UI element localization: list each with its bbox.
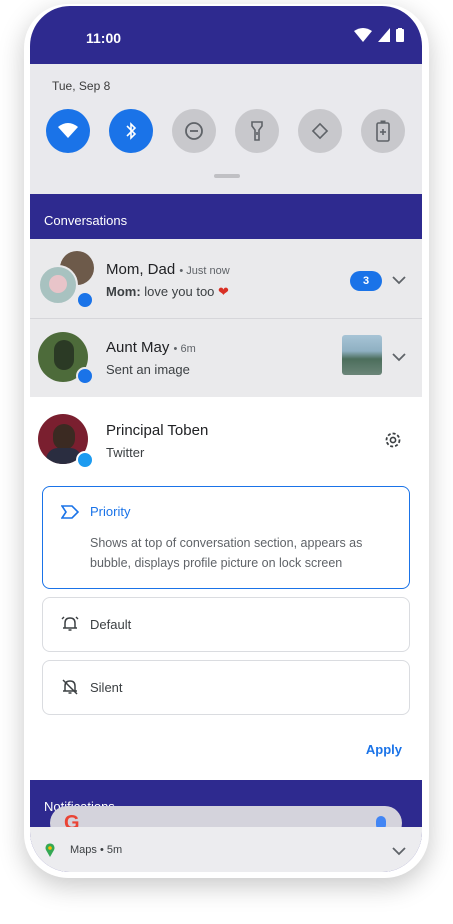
silent-option[interactable]: Silent bbox=[42, 660, 410, 715]
flashlight-icon bbox=[251, 121, 263, 141]
quick-settings-panel: Tue, Sep 8 bbox=[30, 64, 422, 194]
priority-icon bbox=[61, 505, 79, 519]
message-sender: Mom: bbox=[106, 284, 141, 299]
image-thumbnail[interactable] bbox=[342, 335, 382, 375]
auto-rotate-tile[interactable] bbox=[298, 109, 342, 153]
apply-button[interactable]: Apply bbox=[366, 742, 402, 757]
bell-icon bbox=[61, 616, 79, 631]
status-bar: 11:00 bbox=[30, 6, 422, 66]
conversation-title: Mom, Dad bbox=[106, 261, 176, 278]
option-description: Shows at top of conversation section, ap… bbox=[90, 536, 363, 570]
battery-saver-tile[interactable] bbox=[361, 109, 405, 153]
drag-handle[interactable] bbox=[214, 174, 240, 178]
quick-settings-tiles bbox=[46, 109, 405, 153]
bluetooth-tile[interactable] bbox=[109, 109, 153, 153]
expanded-name: Principal Toben bbox=[106, 422, 209, 439]
chevron-down-icon[interactable] bbox=[392, 275, 406, 285]
conversations-list: Mom, Dad • Just now Mom: love you too ❤ … bbox=[30, 239, 422, 397]
bell-off-icon bbox=[62, 679, 78, 695]
default-option[interactable]: Default bbox=[42, 597, 410, 652]
do-not-disturb-icon bbox=[185, 122, 203, 140]
conversation-message: Mom: love you too ❤ bbox=[106, 284, 229, 300]
conversation-time: 6m bbox=[180, 343, 196, 355]
gear-icon[interactable] bbox=[383, 430, 403, 450]
do-not-disturb-tile[interactable] bbox=[172, 109, 216, 153]
option-title: Silent bbox=[90, 680, 123, 695]
maps-pin-icon bbox=[45, 843, 55, 857]
conversation-name: Aunt May • 6m bbox=[106, 339, 196, 356]
chevron-down-icon[interactable] bbox=[392, 846, 406, 856]
signal-icon bbox=[378, 28, 390, 42]
option-title: Default bbox=[90, 617, 132, 632]
priority-option[interactable]: Priority Shows at top of conversation se… bbox=[42, 486, 410, 589]
wifi-icon bbox=[58, 123, 78, 138]
maps-notification[interactable]: Maps • 5m bbox=[30, 827, 422, 872]
conversation-message: Sent an image bbox=[106, 362, 190, 377]
expanded-app: Twitter bbox=[106, 445, 145, 460]
unread-count-badge: 3 bbox=[350, 271, 382, 291]
maps-header: Maps • 5m bbox=[70, 844, 123, 856]
messages-icon bbox=[76, 291, 94, 309]
conversation-title: Aunt May bbox=[106, 339, 170, 356]
message-text: love you too bbox=[144, 284, 215, 299]
mom-avatar bbox=[38, 265, 78, 305]
wifi-status-icon bbox=[354, 28, 372, 42]
wifi-tile[interactable] bbox=[46, 109, 90, 153]
option-title: Priority bbox=[90, 504, 131, 519]
conversation-mom-dad[interactable]: Mom, Dad • Just now Mom: love you too ❤ … bbox=[30, 239, 422, 317]
heart-icon: ❤ bbox=[218, 284, 229, 299]
battery-icon bbox=[396, 28, 404, 42]
conversation-time: Just now bbox=[186, 265, 230, 277]
maps-app-name: Maps bbox=[70, 844, 97, 856]
messenger-icon bbox=[76, 367, 94, 385]
twitter-icon bbox=[76, 451, 94, 469]
auto-rotate-icon bbox=[311, 122, 329, 140]
qs-date: Tue, Sep 8 bbox=[52, 79, 111, 93]
conversation-name: Mom, Dad • Just now bbox=[106, 261, 230, 278]
conversation-aunt-may[interactable]: Aunt May • 6m Sent an image bbox=[30, 319, 422, 397]
battery-saver-icon bbox=[376, 120, 390, 142]
screen: 11:00 Tue, Sep 8 Conversations Mom, Dad … bbox=[30, 6, 422, 872]
expanded-conversation: Principal Toben Twitter Priority Shows a… bbox=[30, 397, 422, 780]
maps-time: 5m bbox=[106, 844, 123, 856]
conversations-label: Conversations bbox=[44, 213, 128, 228]
bluetooth-icon bbox=[126, 122, 137, 140]
phone-frame: 11:00 Tue, Sep 8 Conversations Mom, Dad … bbox=[24, 4, 429, 878]
flashlight-tile[interactable] bbox=[235, 109, 279, 153]
status-icons bbox=[354, 28, 404, 42]
chevron-down-icon[interactable] bbox=[392, 352, 406, 362]
status-time: 11:00 bbox=[86, 30, 122, 46]
